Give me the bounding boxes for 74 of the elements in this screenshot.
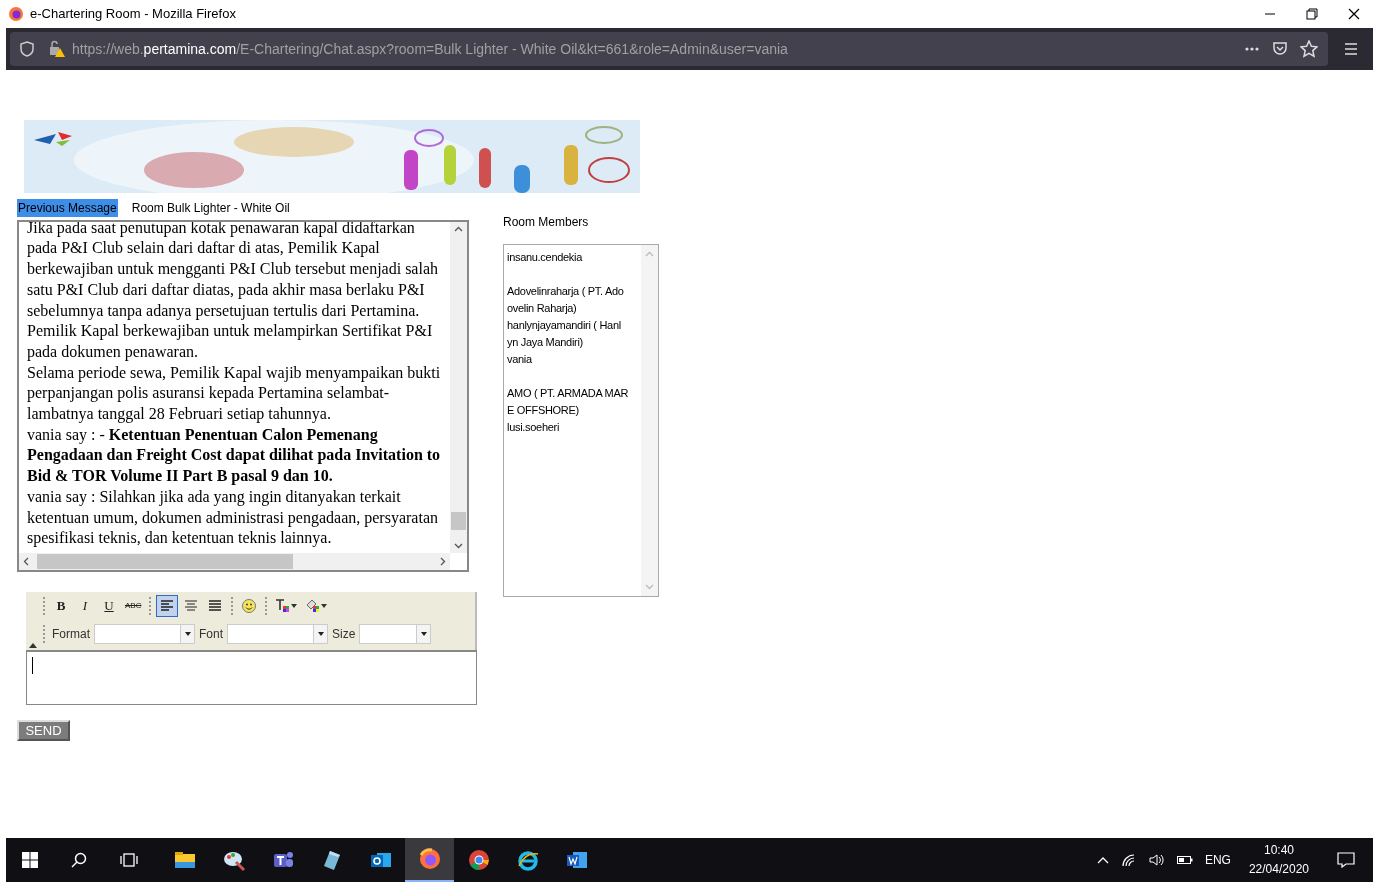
align-center-icon xyxy=(183,598,200,614)
scroll-left-icon[interactable] xyxy=(23,557,29,566)
chat-message: Jika pada saat penutupan kotak penawaran kapal didaftarkan pada P&I Club selain dari daftar di atas, Pemilik Kapal berkewajiban untuk mengganti P&I Club tersebut menjadi salah satu P&I Club dari daftar diatas, pada akhir masa berlaku P&I sebelumnya tanpa adanya persetujuan tertulis dari Pertamina. xyxy=(27,222,439,322)
chevron-up-icon[interactable] xyxy=(1096,856,1109,864)
menu-icon[interactable] xyxy=(1344,42,1358,56)
shield-icon[interactable] xyxy=(20,41,34,57)
bold-button[interactable]: B xyxy=(50,595,72,617)
horizontal-scrollbar[interactable] xyxy=(19,553,450,570)
speaker-icon[interactable] xyxy=(1148,853,1165,867)
caret-icon xyxy=(184,632,191,636)
pocket-icon[interactable] xyxy=(1272,41,1288,57)
room-link[interactable]: Previous Message xyxy=(17,199,118,217)
ie-app-icon xyxy=(515,848,540,872)
scroll-down-icon[interactable] xyxy=(454,543,463,549)
member-name: AMO ( PT. ARMADA MAR xyxy=(507,386,629,401)
chat-message: Pemilik Kapal berkewajiban untuk melampirkan Sertifikat P&I pada dokumen penawaran. xyxy=(27,321,434,363)
notification-icon[interactable] xyxy=(1337,852,1355,868)
chrome-app-icon xyxy=(466,848,491,872)
url-text[interactable]: https://web.pertamina.com/E-Chartering/Chat.aspx?room=Bulk Lighter - White Oil&kt=661&role=Admin&user=vania xyxy=(72,38,788,60)
text-cursor xyxy=(32,657,33,674)
smiley-icon xyxy=(241,598,258,614)
dropdown-label: Size xyxy=(332,626,356,643)
caret-icon xyxy=(317,632,324,636)
strike-button[interactable]: ABC xyxy=(122,595,145,617)
vertical-scrollbar[interactable] xyxy=(450,222,467,553)
battery-icon[interactable] xyxy=(1176,855,1193,865)
dropdown-label: Font xyxy=(199,626,224,643)
scroll-thumb[interactable] xyxy=(451,512,466,530)
message-input[interactable] xyxy=(26,650,477,705)
member-name: yn Jaya Mandiri) xyxy=(507,335,583,350)
room-link[interactable]: Room Bulk Lighter - White Oil xyxy=(131,199,290,217)
firefox-app-icon xyxy=(417,847,442,871)
send-button[interactable]: SEND xyxy=(17,720,70,741)
window-title: e-Chartering Room - Mozilla Firefox xyxy=(30,5,236,24)
scroll-up-icon[interactable] xyxy=(454,226,463,232)
member-name: insanu.cendekia xyxy=(507,250,582,265)
scroll-thumb[interactable] xyxy=(37,554,293,569)
member-name: lusi.soeheri xyxy=(507,420,560,435)
member-name: vania xyxy=(507,352,532,367)
close-icon[interactable] xyxy=(1348,8,1360,20)
search-icon[interactable] xyxy=(71,852,87,868)
highlight-color-icon xyxy=(305,598,322,614)
member-name: hanlynjayamandiri ( Hanl xyxy=(507,318,621,333)
caret-icon xyxy=(420,632,427,636)
language-indicator[interactable]: ENG xyxy=(1204,851,1231,869)
firefox-icon xyxy=(8,6,24,22)
align-left-button[interactable] xyxy=(156,595,179,617)
address-bar[interactable]: https://web.pertamina.com/E-Chartering/Chat.aspx?room=Bulk Lighter - White Oil&kt=661&role=Admin&user=vania xyxy=(10,32,1328,66)
caret-icon xyxy=(321,604,328,608)
members-list[interactable]: insanu.cendekia Adovelinraharja ( PT. Ado ovelin Raharja) hanlynjayamandiri ( Hanl yn Jaya Mandiri) vania AMO ( PT. ARMADA MAR E OFFSHORE) lusi.soeheri xyxy=(503,244,659,597)
chat-message: Selama periode sewa, Pemilik Kapal wajib menyampaikan bukti perpanjangan polis asuransi kepada Pertamina selambat-lambatnya tanggal 28 Februari setiap tahunnya. xyxy=(27,362,442,425)
star-icon[interactable] xyxy=(1300,40,1318,58)
members-title: Room Members xyxy=(503,214,589,231)
clock[interactable]: 10:40 22/04/2020 xyxy=(1248,841,1309,879)
member-name: E OFFSHORE) xyxy=(507,403,579,418)
italic-button[interactable]: I xyxy=(74,595,96,617)
restore-icon[interactable] xyxy=(1306,8,1318,20)
justify-icon xyxy=(207,598,224,614)
chat-message: vania say : - Ketentuan Penentuan Calon Pemenang Pengadaan dan Freight Cost dapat dilihat pada Invitation to Bid & TOR Volume II Part B pasal 9 dan 10. xyxy=(27,424,442,487)
collapse-icon[interactable] xyxy=(29,642,37,648)
caret-icon xyxy=(291,604,298,608)
lock-warning-icon[interactable] xyxy=(48,40,66,58)
align-left-icon xyxy=(159,598,176,614)
member-name: ovelin Raharja) xyxy=(507,301,577,316)
dropdown-label: Format xyxy=(52,626,90,643)
text-color-icon xyxy=(275,598,292,614)
windows-start-icon[interactable] xyxy=(22,852,38,868)
scroll-right-icon[interactable] xyxy=(440,557,446,566)
chat-message: vania say : Silahkan jika ada yang ingin ditanyakan terkait ketentuan umum, dokumen administrasi pengadaan, persyaratan spesifikasi teknis, dan ketentuan teknis lainnya. xyxy=(27,486,439,549)
firefox-taskbar-button[interactable] xyxy=(405,838,454,882)
wifi-icon[interactable] xyxy=(1120,853,1137,867)
task-view-icon[interactable] xyxy=(120,852,138,868)
underline-button[interactable]: U xyxy=(98,595,120,617)
member-name: Adovelinraharja ( PT. Ado xyxy=(507,284,624,299)
